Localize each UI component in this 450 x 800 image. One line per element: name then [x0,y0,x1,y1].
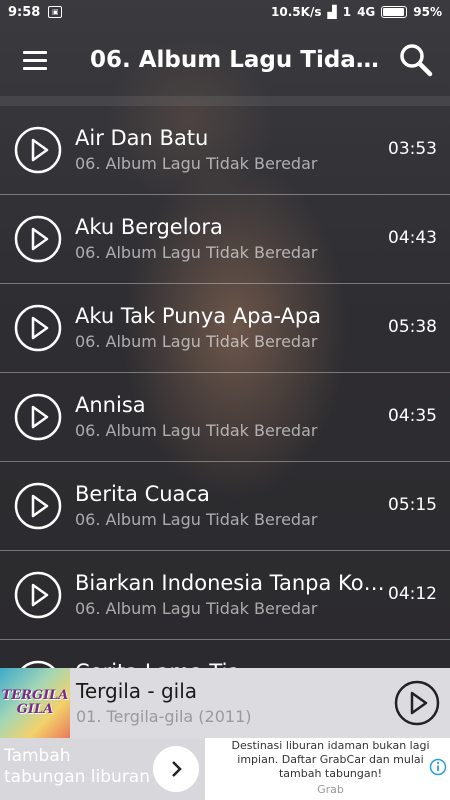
chevron-right-icon[interactable] [153,746,199,792]
sim-number: 1 [342,5,352,19]
ad-left-panel[interactable]: Tambah tabungan liburan [0,738,205,800]
play-circle-icon[interactable] [14,215,62,263]
song-row[interactable]: Aku Bergelora 06. Album Lagu Tidak Bereda… [0,195,450,284]
song-album: 06. Album Lagu Tidak Beredar [75,243,318,262]
song-title: Berita Cuaca [75,482,210,506]
ad-description: Destinasi liburan idaman bukan lagi impi… [231,739,430,780]
song-title: Biarkan Indonesia Tanpa Korupsi [75,571,387,595]
song-row[interactable]: Aku Tak Punya Apa-Apa 06. Album Lagu Tida… [0,284,450,373]
play-circle-icon[interactable] [14,482,62,530]
song-row[interactable]: Air Dan Batu 06. Album Lagu Tidak Beredar… [0,106,450,195]
search-icon[interactable] [398,42,434,78]
song-album: 06. Album Lagu Tidak Beredar [75,154,318,173]
play-circle-icon[interactable] [14,304,62,352]
song-row[interactable]: Annisa 06. Album Lagu Tidak Beredar 04:35 [0,373,450,462]
page-title: 06. Album Lagu Tidak Beredar [90,47,380,73]
ad-banner[interactable]: Tambah tabungan liburan Destinasi libura… [0,738,450,800]
header-divider [0,96,450,106]
song-album: 06. Album Lagu Tidak Beredar [75,510,318,529]
play-circle-icon[interactable] [14,393,62,441]
network-type: 4G [357,5,376,19]
battery-icon [381,6,408,18]
play-circle-icon[interactable] [14,571,62,619]
notification-icon: ▣ [48,6,63,18]
song-duration: 05:38 [388,317,437,337]
play-circle-icon[interactable] [14,660,62,668]
song-title: Cerita Lama Tia [75,658,387,668]
song-title: Aku Tak Punya Apa-Apa [75,304,322,328]
play-button-icon[interactable] [394,680,440,726]
now-playing-subtitle: 01. Tergila-gila (2011) [76,707,252,726]
song-row[interactable]: Biarkan Indonesia Tanpa Korupsi 06. Album… [0,551,450,640]
song-duration: 05:15 [388,495,437,515]
now-playing-title: Tergila - gila [76,679,198,703]
song-row[interactable]: Berita Cuaca 06. Album Lagu Tidak Beredar… [0,462,450,551]
song-duration: 04:43 [388,228,437,248]
album-art: TERGILA GILA [0,668,70,738]
info-icon[interactable] [429,758,447,776]
battery-percent: 95% [413,5,442,19]
song-title: Aku Bergelora [75,215,223,239]
song-duration: 04:12 [388,584,437,604]
song-album: 06. Album Lagu Tidak Beredar [75,421,318,440]
hamburger-menu-icon[interactable] [0,24,70,96]
app-header: 06. Album Lagu Tidak Beredar [0,24,450,96]
status-bar: 9:58 ▣ 10.5K/s ▟ 1 4G 95% [0,0,450,24]
song-duration: 04:35 [388,406,437,426]
ad-brand: Grab [317,783,344,796]
play-circle-icon[interactable] [14,126,62,174]
ad-headline: Tambah tabungan liburan [4,746,151,787]
now-playing-bar[interactable]: TERGILA GILA Tergila - gila 01. Tergila-… [0,668,450,738]
ad-body[interactable]: Destinasi liburan idaman bukan lagi impi… [205,738,450,800]
song-title: Annisa [75,393,146,417]
status-time: 9:58 [8,4,41,20]
network-speed: 10.5K/s [271,5,322,19]
song-list[interactable]: Air Dan Batu 06. Album Lagu Tidak Beredar… [0,106,450,668]
song-row[interactable]: Cerita Lama Tia06. Album Lagu Tidak Bere… [0,640,450,668]
song-title: Air Dan Batu [75,126,209,150]
song-album: 06. Album Lagu Tidak Beredar [75,332,318,351]
song-duration: 03:53 [388,139,437,159]
signal-icon: ▟ [327,5,337,19]
song-album: 06. Album Lagu Tidak Beredar [75,599,318,618]
